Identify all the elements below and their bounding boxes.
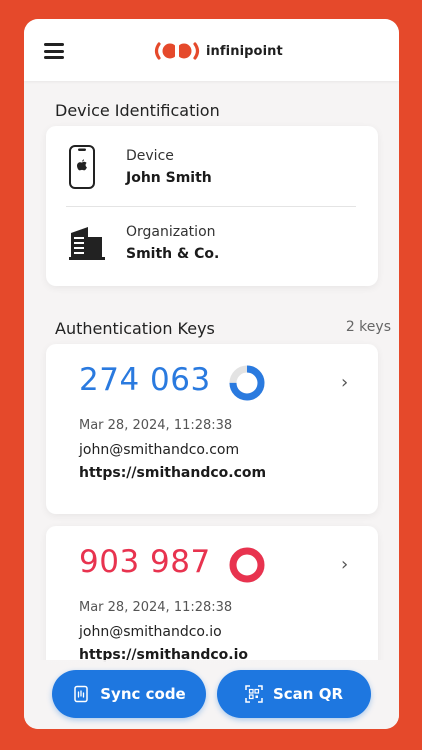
logo-mark-icon (154, 42, 200, 60)
device-section-title: Device Identification (55, 101, 220, 120)
brand-name: infinipoint (206, 43, 283, 59)
building-icon (69, 227, 105, 260)
sync-icon (74, 685, 88, 703)
apple-icon (77, 159, 87, 171)
device-label: Device (126, 148, 174, 164)
divider (66, 206, 356, 207)
keys-section-title: Authentication Keys (55, 319, 215, 338)
top-bar: infinipoint (24, 19, 399, 81)
sync-code-button[interactable]: Sync code (52, 670, 206, 718)
app-window: infinipoint Device Identification Device… (24, 19, 399, 729)
keys-count: 2 keys (345, 319, 391, 335)
key-timestamp: Mar 28, 2024, 11:28:38 (79, 418, 233, 433)
chevron-right-icon[interactable]: › (341, 554, 348, 575)
menu-icon[interactable] (44, 43, 64, 59)
key-code: 903 987 (79, 544, 211, 580)
device-value: John Smith (126, 170, 212, 186)
key-email: john@smithandco.com (79, 442, 240, 458)
sync-code-label: Sync code (100, 685, 186, 703)
chevron-right-icon[interactable]: › (341, 372, 348, 393)
device-card: Device John Smith Organization Smith & C… (46, 126, 378, 286)
key-email: john@smithandco.io (79, 624, 222, 640)
organization-value: Smith & Co. (126, 246, 220, 262)
key-url: https://smithandco.com (79, 465, 267, 481)
key-card[interactable]: 274 063 › Mar 28, 2024, 11:28:38 john@sm… (46, 344, 378, 514)
scan-qr-button[interactable]: Scan QR (217, 670, 371, 718)
timer-icon (229, 547, 265, 583)
key-code: 274 063 (79, 362, 211, 398)
iphone-icon (69, 145, 95, 189)
timer-icon (229, 365, 265, 401)
scan-qr-label: Scan QR (272, 685, 344, 703)
organization-label: Organization (126, 224, 216, 240)
qr-scan-icon (245, 685, 263, 703)
brand-logo: infinipoint (154, 42, 283, 60)
organization-row: Organization Smith & Co. (46, 213, 378, 283)
key-timestamp: Mar 28, 2024, 11:28:38 (79, 600, 233, 615)
device-row: Device John Smith (46, 136, 378, 206)
